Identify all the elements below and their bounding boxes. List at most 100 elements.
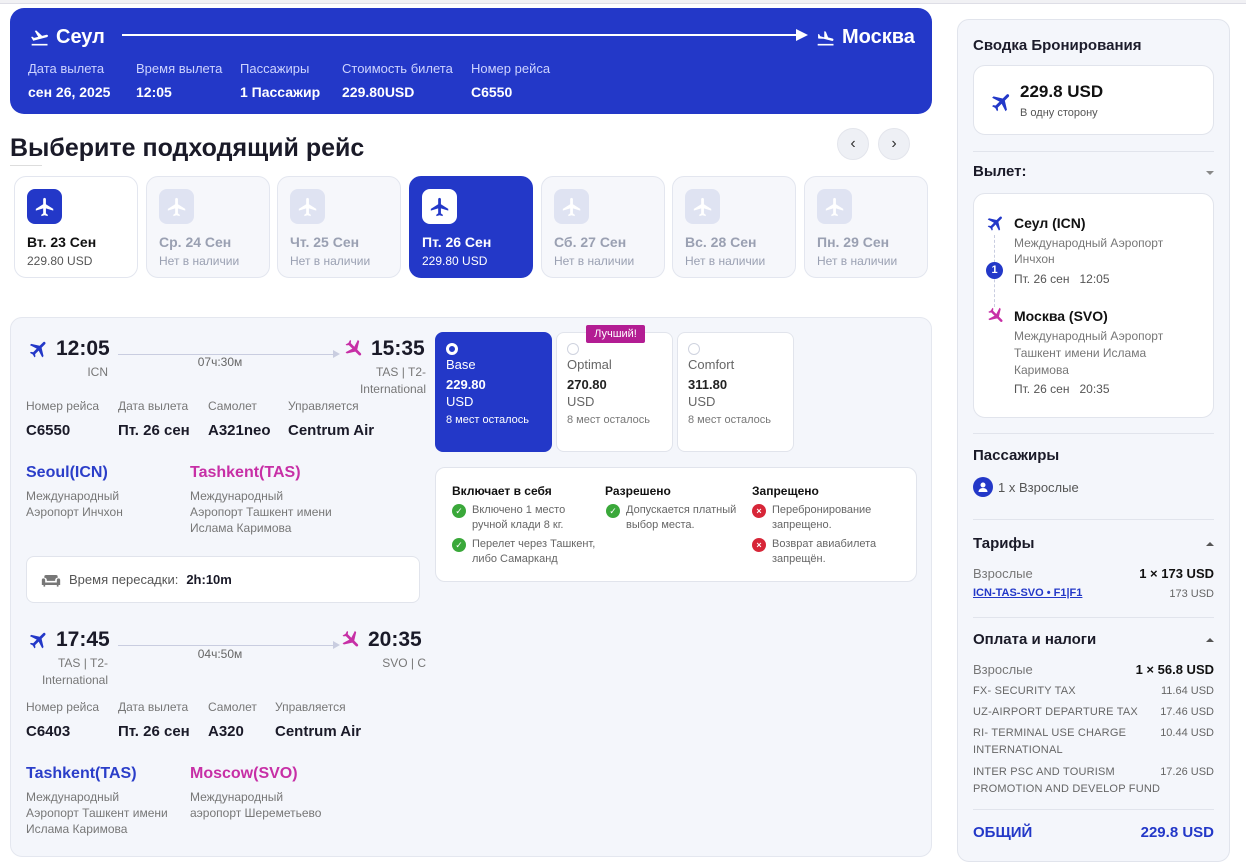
fare-name: Optimal: [567, 357, 612, 372]
itinerary-dep-city: Сеул (ICN): [1014, 215, 1086, 231]
next-days-button[interactable]: ›: [878, 128, 910, 160]
seg1-arr-code: TAS | T2- International: [330, 364, 426, 398]
time-value: 12:05: [56, 337, 110, 360]
seg2-flight-number-label: Номер рейса: [26, 700, 99, 714]
day-card-3[interactable]: Чт. 25 Сен Нет в наличии: [277, 176, 401, 278]
fare-radio[interactable]: [567, 343, 579, 355]
seg1-arrival-time: 15:35: [343, 337, 425, 361]
airport-line: Аэропорт Ташкент имени: [26, 806, 168, 820]
included-item: ✓ Включено 1 место ручной клади 8 кг.: [452, 503, 565, 533]
stops-badge: 1: [986, 262, 1003, 279]
seg1-date: Пт. 26 сен: [118, 422, 190, 439]
seg1-flight-number: C6550: [26, 422, 71, 439]
day-date: Ср. 24 Сен: [159, 234, 232, 250]
forbidden-item: × Перебронирование запрещено.: [752, 503, 871, 533]
fare-radio[interactable]: [446, 343, 458, 355]
to-city: Москва: [816, 26, 915, 49]
passengers-title: Пассажиры: [973, 447, 1060, 464]
airport-line: Ислама Каримова: [26, 822, 128, 836]
day-price: Нет в наличии: [817, 254, 898, 268]
time-value: 15:35: [371, 337, 425, 360]
rule-line: ручной клади 8 кг.: [472, 519, 564, 531]
day-date: Сб. 27 Сен: [554, 234, 627, 250]
day-card-7[interactable]: Пн. 29 Сен Нет в наличии: [804, 176, 928, 278]
seg1-from-city: Seoul(ICN): [26, 464, 108, 481]
airport-line: Международный: [26, 489, 120, 503]
fare-radio[interactable]: [688, 343, 700, 355]
forbidden-item: × Возврат авиабилета запрещён.: [752, 537, 876, 567]
plane-arrival-icon: [988, 307, 1003, 322]
airport-line: Инчхон: [1014, 252, 1055, 266]
browser-top-strip: [0, 0, 1246, 4]
tax-line: FX- SECURITY TAX: [973, 685, 1076, 697]
seg2-route-line: [118, 645, 334, 646]
rule-line: Возврат авиабилета: [772, 538, 877, 550]
caret-down-icon[interactable]: [1206, 171, 1214, 175]
caret-up-icon[interactable]: [1206, 638, 1214, 642]
caret-up-icon[interactable]: [1206, 542, 1214, 546]
seg1-departure-time: 12:05: [28, 337, 110, 361]
day-card-6[interactable]: Вс. 28 Сен Нет в наличии: [672, 176, 796, 278]
fare-option-optimal[interactable]: Optimal 270.80 USD 8 мест осталось: [556, 332, 673, 452]
plane-icon: [554, 189, 589, 224]
seg1-from-airport: Международный Аэропорт Инчхон: [26, 488, 123, 520]
total-value: 229.8 USD: [1140, 824, 1214, 841]
code-line: International: [41, 673, 108, 687]
chevron-left-icon: ‹: [850, 135, 856, 152]
forbidden-title: Запрещено: [752, 484, 819, 498]
sofa-icon: [41, 574, 61, 587]
day-card-5[interactable]: Сб. 27 Сен Нет в наличии: [541, 176, 665, 278]
plane-icon: [685, 189, 720, 224]
fare-seats: 8 мест осталось: [446, 414, 529, 426]
tax-row-name: UZ-AIRPORT DEPARTURE TAX: [973, 704, 1138, 721]
seg2-arr-code: SVO | C: [382, 656, 426, 670]
divider: [973, 617, 1214, 618]
prev-days-button[interactable]: ‹: [837, 128, 869, 160]
tax-row-name: FX- SECURITY TAX: [973, 683, 1076, 700]
seg1-dep-code: ICN: [87, 365, 108, 379]
check-icon: ✓: [606, 504, 620, 518]
transfer-value: 2h:10m: [186, 572, 232, 587]
field-label: Дата вылета: [28, 61, 105, 76]
day-card-4-selected[interactable]: Пт. 26 Сен 229.80 USD: [409, 176, 533, 278]
seg2-arrival-time: 20:35: [340, 628, 422, 652]
divider: [973, 809, 1214, 810]
passengers-count: 1 x Взрослые: [998, 480, 1079, 495]
summary-price-note: В одну сторону: [1020, 107, 1098, 119]
dep-date: Пт. 26 сен: [1014, 272, 1070, 286]
fare-adults-value: 1 × 173 USD: [1139, 566, 1214, 581]
tax-row-value: 17.46 USD: [1160, 706, 1214, 718]
plane-arrival-icon: [345, 339, 362, 356]
field-label: Номер рейса: [471, 61, 551, 76]
fares-section-title[interactable]: Тарифы: [973, 535, 1034, 552]
day-card-2[interactable]: Ср. 24 Сен Нет в наличии: [146, 176, 270, 278]
seg2-flight-number: C6403: [26, 723, 71, 740]
taxes-section-title[interactable]: Оплата и налоги: [973, 631, 1096, 648]
fare-option-comfort[interactable]: Comfort 311.80 USD 8 мест осталось: [677, 332, 794, 452]
departure-section-title[interactable]: Вылет:: [973, 163, 1026, 180]
tax-adults-label: Взрослые: [973, 662, 1033, 677]
seg1-route-arrow: [333, 350, 340, 358]
plane-departure-icon: [987, 216, 1002, 231]
summary-price-card: 229.8 USD В одну сторону: [973, 65, 1214, 135]
plane-icon: [992, 94, 1010, 112]
fare-price: 229.80: [446, 377, 486, 392]
route-arrowhead: [796, 29, 808, 41]
divider: [973, 433, 1214, 434]
from-city: Сеул: [30, 26, 105, 49]
fare-route-link[interactable]: ICN-TAS-SVO • F1|F1: [973, 587, 1082, 599]
day-date: Чт. 25 Сен: [290, 234, 360, 250]
itinerary-dep-datetime: Пт. 26 сен 12:05: [1014, 272, 1110, 286]
cross-icon: ×: [752, 504, 766, 518]
time-value: 20:35: [368, 628, 422, 651]
seg1-route-line: [118, 354, 334, 355]
seg2-from-city: Tashkent(TAS): [26, 765, 137, 782]
day-price: Нет в наличии: [554, 254, 635, 268]
day-price: Нет в наличии: [685, 254, 766, 268]
day-card-1[interactable]: Вт. 23 Сен 229.80 USD: [14, 176, 138, 278]
title-underline: [10, 165, 42, 166]
fare-route-value: 173 USD: [1169, 588, 1214, 600]
fare-option-base[interactable]: Base 229.80 USD 8 мест осталось: [435, 332, 552, 452]
tax-line: RI- TERMINAL USE CHARGE: [973, 727, 1127, 739]
airport-line: Международный: [26, 790, 120, 804]
